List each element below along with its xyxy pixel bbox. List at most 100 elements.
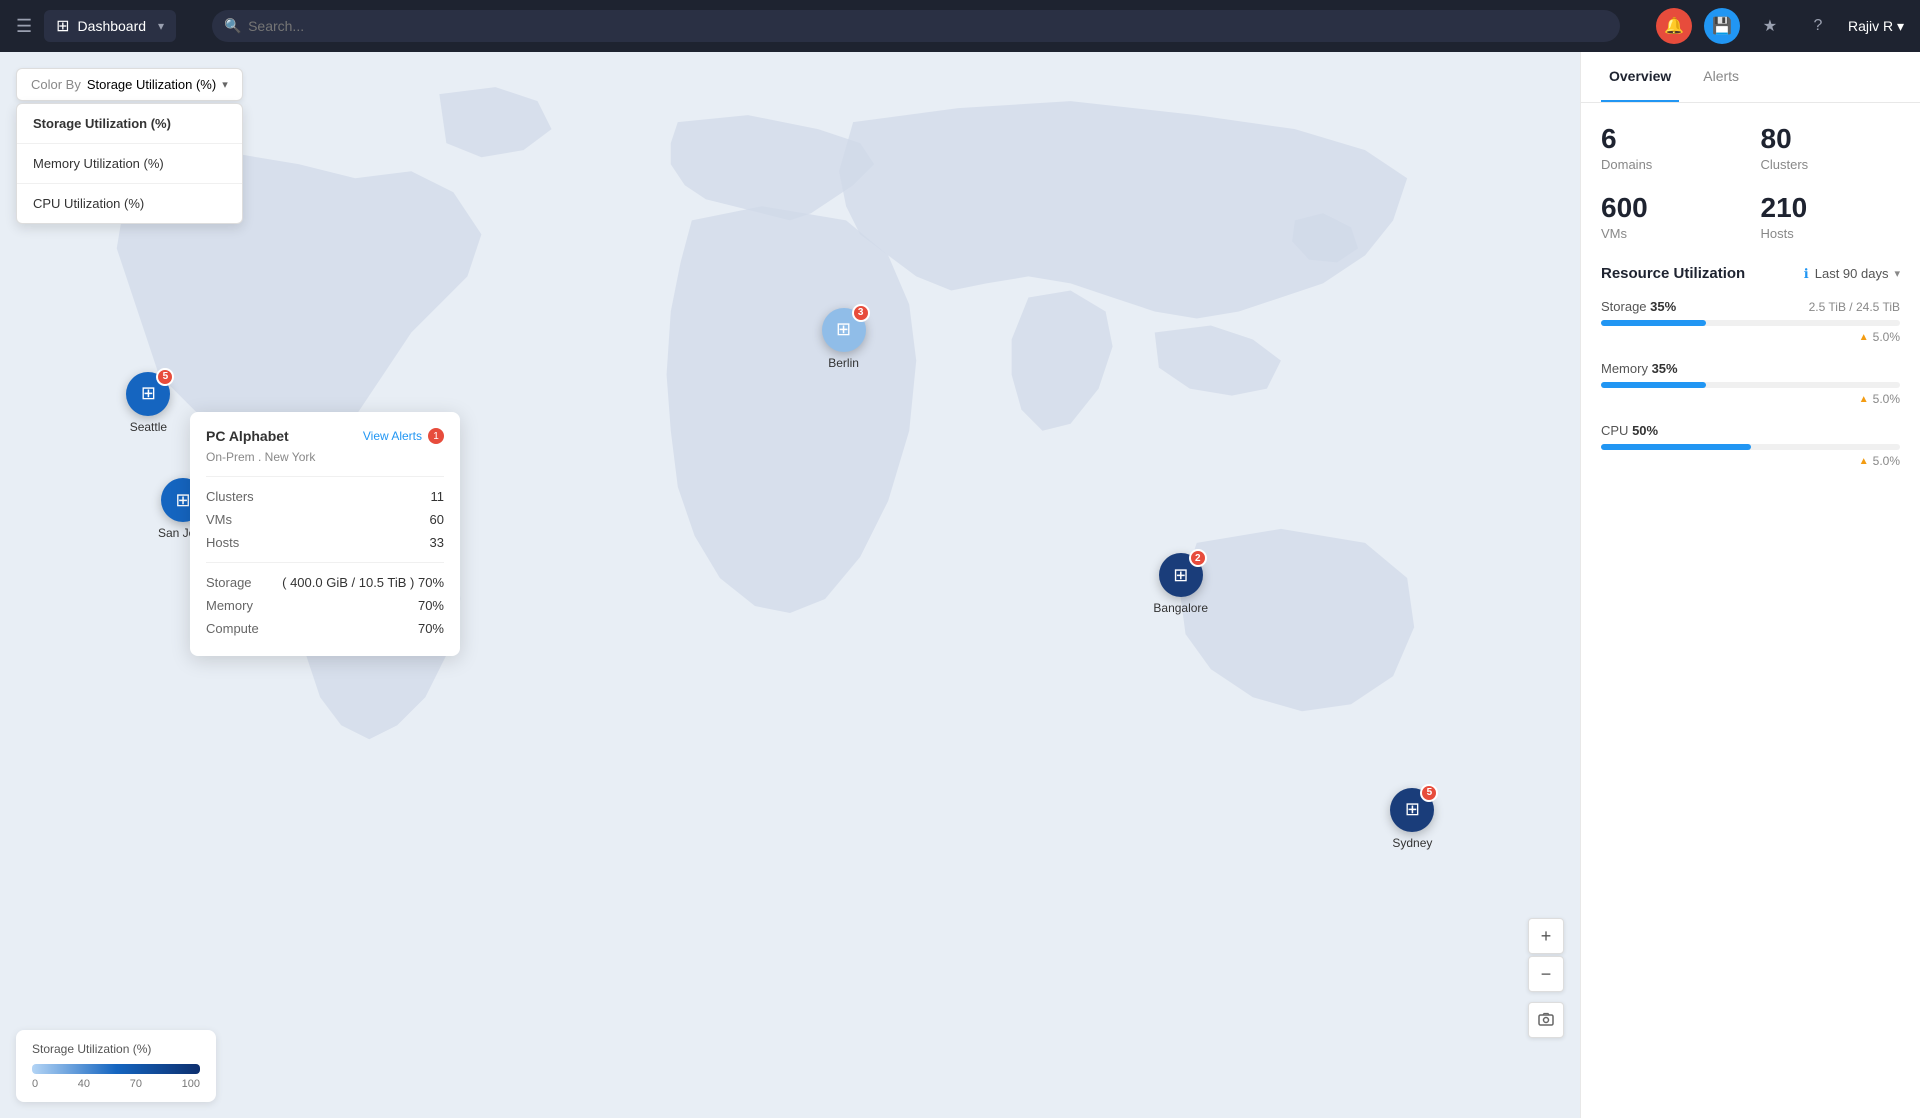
resource-detail-storage: 2.5 TiB / 24.5 TiB bbox=[1809, 300, 1900, 314]
resource-row-storage-header: Storage 35% 2.5 TiB / 24.5 TiB bbox=[1601, 298, 1900, 316]
panel-tabs: Overview Alerts bbox=[1581, 52, 1920, 103]
stat-clusters: 80 Clusters bbox=[1761, 123, 1901, 172]
resource-period-selector[interactable]: ℹ Last 90 days ▾ bbox=[1804, 266, 1900, 282]
marker-label-sydney: Sydney bbox=[1392, 836, 1432, 850]
search-input[interactable] bbox=[212, 10, 1620, 42]
help-button[interactable]: ? bbox=[1800, 8, 1836, 44]
marker-seattle[interactable]: ⊞ 5 Seattle bbox=[126, 372, 170, 434]
dashboard-label: Dashboard bbox=[78, 18, 147, 34]
hamburger-menu[interactable]: ☰ bbox=[16, 16, 32, 37]
resource-row-storage: Storage 35% 2.5 TiB / 24.5 TiB ▲ 5.0% bbox=[1601, 298, 1900, 344]
stats-grid: 6 Domains 80 Clusters 600 VMs 210 Hosts bbox=[1601, 123, 1900, 241]
save-button[interactable]: 💾 bbox=[1704, 8, 1740, 44]
color-by-option-storage[interactable]: Storage Utilization (%) bbox=[17, 104, 242, 144]
resource-row-cpu: CPU 50% ▲ 5.0% bbox=[1601, 422, 1900, 468]
legend-min: 0 bbox=[32, 1078, 38, 1090]
popup-value-vms: 60 bbox=[430, 512, 444, 527]
popup-view-alerts[interactable]: View Alerts 1 bbox=[363, 428, 444, 444]
cpu-trend-value: 5.0% bbox=[1873, 454, 1900, 468]
popup-row-compute: Compute 70% bbox=[206, 617, 444, 640]
cpu-bar-track bbox=[1601, 444, 1900, 450]
popup-view-alerts-label: View Alerts bbox=[363, 429, 422, 443]
panel-body: 6 Domains 80 Clusters 600 VMs 210 Hosts bbox=[1581, 103, 1920, 504]
color-by-value: Storage Utilization (%) bbox=[87, 77, 216, 92]
right-panel: Overview Alerts 6 Domains 80 Clusters 60… bbox=[1580, 52, 1920, 1118]
memory-bar-track bbox=[1601, 382, 1900, 388]
popup-label-memory: Memory bbox=[206, 598, 253, 613]
legend-max: 100 bbox=[182, 1078, 200, 1090]
cpu-trend-icon: ▲ bbox=[1859, 456, 1869, 467]
marker-berlin[interactable]: ⊞ 3 Berlin bbox=[822, 308, 866, 370]
legend-bar bbox=[32, 1064, 200, 1074]
tab-overview[interactable]: Overview bbox=[1601, 52, 1679, 102]
color-by-option-cpu[interactable]: CPU Utilization (%) bbox=[17, 184, 242, 223]
popup-header: PC Alphabet View Alerts 1 bbox=[206, 428, 444, 444]
resource-row-memory: Memory 35% ▲ 5.0% bbox=[1601, 360, 1900, 406]
resource-row-cpu-footer: ▲ 5.0% bbox=[1601, 454, 1900, 468]
marker-badge-bangalore: 2 bbox=[1189, 549, 1207, 567]
storage-bar-track bbox=[1601, 320, 1900, 326]
resource-period-chevron-icon: ▾ bbox=[1894, 267, 1900, 280]
marker-icon: ⊞ bbox=[1173, 565, 1188, 586]
popup-card: PC Alphabet View Alerts 1 On-Prem . New … bbox=[190, 412, 460, 656]
stat-number-vms: 600 bbox=[1601, 192, 1741, 224]
stat-number-clusters: 80 bbox=[1761, 123, 1901, 155]
popup-row-vms: VMs 60 bbox=[206, 508, 444, 531]
zoom-out-button[interactable]: − bbox=[1528, 956, 1564, 992]
stat-hosts: 210 Hosts bbox=[1761, 192, 1901, 241]
storage-bar-fill bbox=[1601, 320, 1706, 326]
stat-vms: 600 VMs bbox=[1601, 192, 1741, 241]
color-by-button[interactable]: Color By Storage Utilization (%) ▾ bbox=[16, 68, 243, 101]
user-menu[interactable]: Rajiv R ▾ bbox=[1848, 18, 1904, 35]
brand-chevron-icon: ▾ bbox=[158, 19, 164, 33]
popup-alert-badge: 1 bbox=[428, 428, 444, 444]
cpu-bar-fill bbox=[1601, 444, 1751, 450]
resource-label-memory: Memory bbox=[1601, 361, 1652, 376]
map-legend: Storage Utilization (%) 0 40 70 100 bbox=[16, 1030, 216, 1102]
resource-row-memory-header: Memory 35% bbox=[1601, 360, 1900, 378]
favorites-button[interactable]: ★ bbox=[1752, 8, 1788, 44]
dashboard-brand[interactable]: ⊞ Dashboard ▾ bbox=[44, 10, 176, 42]
stat-label-vms: VMs bbox=[1601, 226, 1741, 241]
stat-label-domains: Domains bbox=[1601, 157, 1741, 172]
storage-trend-value: 5.0% bbox=[1873, 330, 1900, 344]
marker-badge-sydney: 5 bbox=[1420, 784, 1438, 802]
color-by-container: Color By Storage Utilization (%) ▾ Stora… bbox=[16, 68, 243, 224]
popup-value-compute: 70% bbox=[418, 621, 444, 636]
stat-label-hosts: Hosts bbox=[1761, 226, 1901, 241]
popup-value-memory: 70% bbox=[418, 598, 444, 613]
map-controls: + − bbox=[1528, 918, 1564, 1038]
marker-sydney[interactable]: ⊞ 5 Sydney bbox=[1390, 788, 1434, 850]
notifications-button[interactable]: 🔔 bbox=[1656, 8, 1692, 44]
map-screenshot-button[interactable] bbox=[1528, 1002, 1564, 1038]
tab-alerts[interactable]: Alerts bbox=[1695, 52, 1747, 102]
stat-label-clusters: Clusters bbox=[1761, 157, 1901, 172]
memory-trend-icon: ▲ bbox=[1859, 394, 1869, 405]
legend-t1: 40 bbox=[78, 1078, 90, 1090]
zoom-in-button[interactable]: + bbox=[1528, 918, 1564, 954]
marker-badge-berlin: 3 bbox=[852, 304, 870, 322]
color-by-option-memory[interactable]: Memory Utilization (%) bbox=[17, 144, 242, 184]
resource-label-cpu: CPU bbox=[1601, 423, 1632, 438]
popup-row-storage: Storage ( 400.0 GiB / 10.5 TiB ) 70% bbox=[206, 571, 444, 594]
screenshot-icon bbox=[1538, 1012, 1554, 1028]
popup-row-hosts: Hosts 33 bbox=[206, 531, 444, 554]
stat-number-hosts: 210 bbox=[1761, 192, 1901, 224]
resource-row-storage-left: Storage 35% bbox=[1601, 298, 1676, 316]
popup-subtitle: On-Prem . New York bbox=[206, 450, 444, 464]
resource-info-icon: ℹ bbox=[1804, 266, 1809, 282]
search-container: 🔍 bbox=[212, 10, 1620, 42]
stat-domains: 6 Domains bbox=[1601, 123, 1741, 172]
legend-title: Storage Utilization (%) bbox=[32, 1042, 200, 1056]
popup-value-storage: ( 400.0 GiB / 10.5 TiB ) 70% bbox=[282, 575, 444, 590]
marker-icon: ⊞ bbox=[175, 490, 190, 511]
memory-bar-fill bbox=[1601, 382, 1706, 388]
marker-bangalore[interactable]: ⊞ 2 Bangalore bbox=[1153, 553, 1208, 615]
color-by-label: Color By bbox=[31, 77, 81, 92]
legend-labels: 0 40 70 100 bbox=[32, 1078, 200, 1090]
marker-icon: ⊞ bbox=[141, 383, 156, 404]
color-by-chevron-icon: ▾ bbox=[222, 78, 228, 91]
resource-row-memory-left: Memory 35% bbox=[1601, 360, 1678, 378]
marker-icon: ⊞ bbox=[836, 319, 851, 340]
resource-row-storage-footer: ▲ 5.0% bbox=[1601, 330, 1900, 344]
